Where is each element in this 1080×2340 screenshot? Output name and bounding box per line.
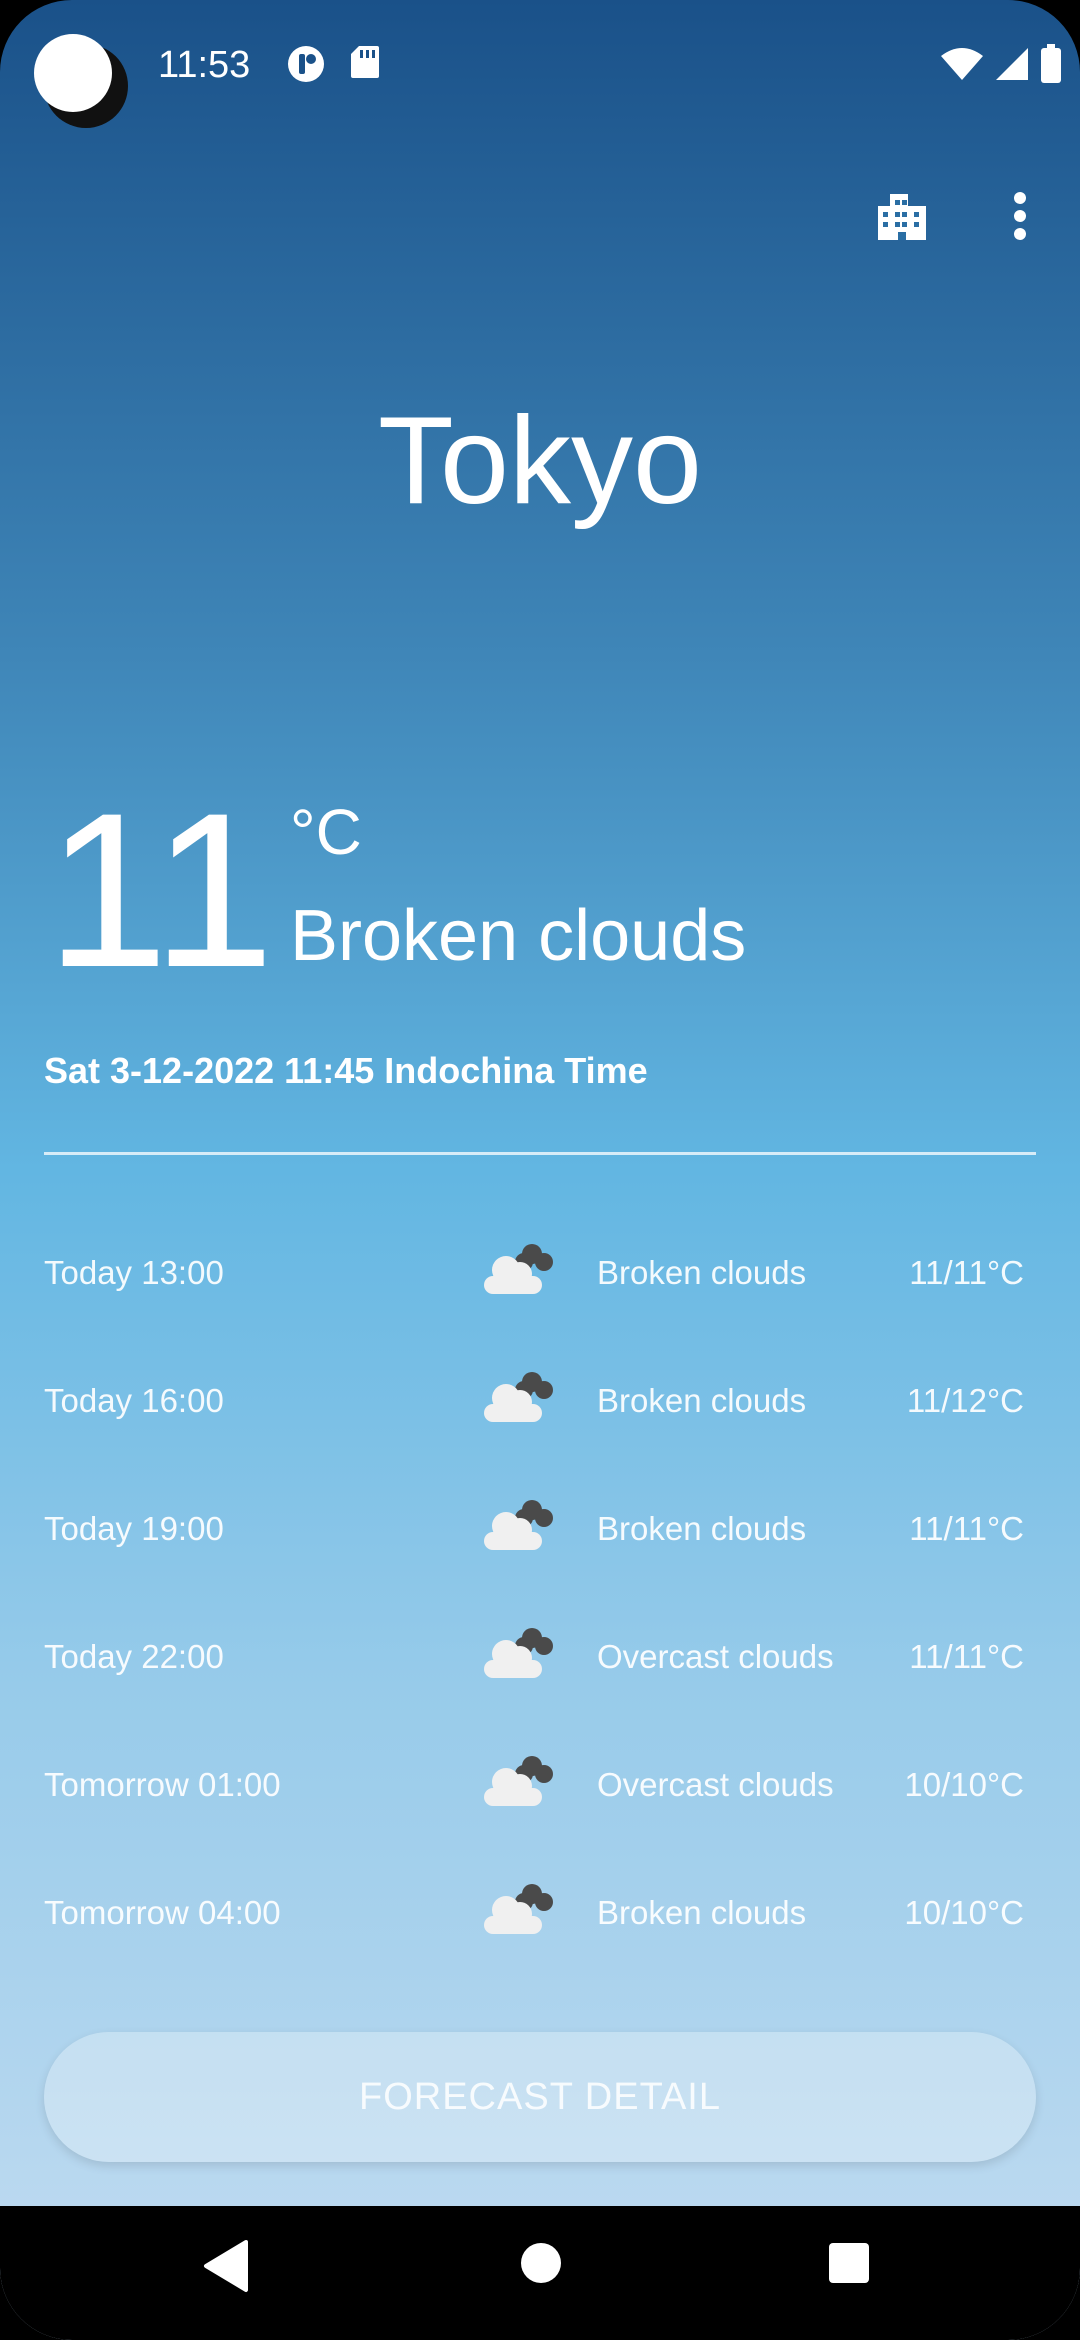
status-time: 11:53 xyxy=(158,44,251,86)
cloud-icon xyxy=(482,1494,556,1554)
forecast-detail-button[interactable]: FORECAST DETAIL xyxy=(44,2032,1036,2162)
temperature-unit: °C xyxy=(290,796,362,868)
current-condition: Broken clouds xyxy=(290,896,747,976)
forecast-temp-range: 11/11°C xyxy=(909,1638,1024,1675)
forecast-time: Today 19:00 xyxy=(44,1510,224,1547)
forecast-temp-range: 10/10°C xyxy=(904,1894,1024,1931)
cloud-icon xyxy=(482,1238,556,1298)
cloud-icon xyxy=(482,1366,556,1426)
city-button[interactable] xyxy=(864,180,940,256)
wifi-icon xyxy=(940,46,984,86)
observation-datetime: Sat 3-12-2022 11:45 Indochina Time xyxy=(44,1050,648,1091)
forecast-row: Today 19:00 Broken clouds 11/11°C xyxy=(0,1466,1080,1594)
forecast-condition: Overcast clouds xyxy=(597,1638,834,1675)
forecast-row: Today 16:00 Broken clouds 11/12°C xyxy=(0,1338,1080,1466)
forecast-list: Today 13:00 Broken clouds 11/11°C Today … xyxy=(0,1210,1080,1978)
forecast-temp-range: 10/10°C xyxy=(904,1766,1024,1803)
forecast-temp-range: 11/11°C xyxy=(909,1510,1024,1547)
city-icon xyxy=(874,188,930,248)
cloud-icon xyxy=(482,1878,556,1938)
cloud-icon xyxy=(482,1622,556,1682)
navigation-bar xyxy=(0,2206,1080,2340)
cloud-icon xyxy=(482,1750,556,1810)
recents-icon[interactable] xyxy=(826,2240,872,2290)
forecast-condition: Broken clouds xyxy=(597,1382,807,1419)
forecast-row: Today 22:00 Overcast clouds 11/11°C xyxy=(0,1594,1080,1722)
battery-icon xyxy=(1040,44,1062,88)
forecast-time: Today 22:00 xyxy=(44,1638,224,1675)
divider xyxy=(44,1152,1036,1155)
weather-screen: 11:53 Tokyo 11 °C Broken clouds Sat 3-12… xyxy=(0,0,1080,2340)
forecast-time: Tomorrow 04:00 xyxy=(44,1894,281,1931)
current-temperature: 11 xyxy=(46,767,275,1013)
forecast-condition: Overcast clouds xyxy=(597,1766,834,1803)
forecast-time: Today 16:00 xyxy=(44,1382,224,1419)
back-icon[interactable] xyxy=(200,2238,250,2298)
overflow-menu-button[interactable] xyxy=(982,180,1058,256)
forecast-condition: Broken clouds xyxy=(597,1510,807,1547)
forecast-row: Tomorrow 04:00 Broken clouds 10/10°C xyxy=(0,1850,1080,1978)
notification-app-icon xyxy=(286,44,326,88)
forecast-temp-range: 11/12°C xyxy=(906,1382,1024,1419)
sd-card-icon xyxy=(350,44,380,84)
forecast-condition: Broken clouds xyxy=(597,1894,807,1931)
signal-icon xyxy=(994,46,1030,86)
status-bar: 11:53 xyxy=(0,0,1080,140)
forecast-time: Tomorrow 01:00 xyxy=(44,1766,281,1803)
home-icon[interactable] xyxy=(518,2240,564,2290)
forecast-row: Today 13:00 Broken clouds 11/11°C xyxy=(0,1210,1080,1338)
city-name: Tokyo xyxy=(378,392,702,530)
forecast-row: Tomorrow 01:00 Overcast clouds 10/10°C xyxy=(0,1722,1080,1850)
forecast-temp-range: 11/11°C xyxy=(909,1254,1024,1291)
camera-cutout xyxy=(30,30,130,130)
forecast-condition: Broken clouds xyxy=(597,1254,807,1291)
more-vert-icon xyxy=(1012,191,1028,245)
forecast-time: Today 13:00 xyxy=(44,1254,224,1291)
